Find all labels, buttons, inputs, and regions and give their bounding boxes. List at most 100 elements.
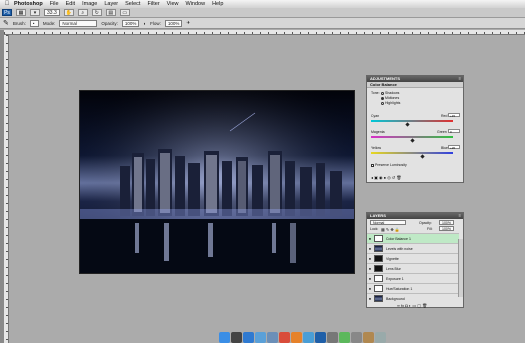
vertical-ruler[interactable] (4, 35, 9, 343)
visibility-eye-icon[interactable]: ● (367, 246, 373, 251)
checkbox-icon[interactable]: ✓ (371, 163, 375, 167)
visibility-eye-icon[interactable]: ● (367, 236, 373, 241)
link-layers-icon[interactable]: ∞ (397, 303, 400, 308)
layer-row[interactable]: ● Exposure 1 (367, 273, 459, 283)
yellow-blue-slider[interactable] (371, 152, 453, 154)
visibility-eye-icon[interactable]: ● (367, 296, 373, 301)
flow-field[interactable]: 100% (164, 19, 183, 27)
magenta-green-slider-knob[interactable] (409, 138, 415, 143)
expand-view-icon[interactable]: ▣ (374, 175, 378, 180)
view-extras-button[interactable]: ▾ (30, 9, 40, 16)
menu-window[interactable]: Window (186, 1, 206, 7)
launch-bridge-button[interactable]: ▦ (16, 9, 26, 16)
lock-paint-icon[interactable]: ✎ (386, 227, 389, 232)
layer-row[interactable]: ● Vignette (367, 253, 459, 263)
ichat-icon[interactable] (338, 332, 350, 343)
preserve-luminosity-checkbox[interactable]: ✓Preserve Luminosity (371, 163, 407, 167)
documents-stack-icon[interactable] (362, 332, 374, 343)
brush-preset-picker[interactable]: • (29, 19, 39, 27)
tone-midtones-option[interactable]: Midtones (381, 96, 399, 100)
ps-logo-button[interactable]: Ps (2, 9, 12, 16)
panel-menu-icon[interactable]: ≡ (459, 76, 461, 82)
layer-row[interactable]: ● Color Balance 1 (367, 233, 459, 243)
document-canvas[interactable] (79, 90, 355, 274)
radio-icon[interactable] (381, 101, 384, 105)
blend-mode-select[interactable]: Normal (370, 220, 406, 225)
layer-row[interactable]: ● Lens Blur (367, 263, 459, 273)
menu-edit[interactable]: Edit (66, 1, 75, 7)
reset-icon[interactable]: ↺ (392, 175, 395, 180)
delete-adjustment-icon[interactable]: 🗑 (396, 175, 401, 180)
lock-transparent-icon[interactable]: ▦ (381, 227, 385, 232)
fill-field[interactable]: 100% (439, 226, 454, 231)
tone-shadows-option[interactable]: Shadows (381, 91, 399, 95)
hand-tool-icon[interactable]: ✋ (63, 9, 74, 16)
magenta-green-value-field[interactable]: 0 (448, 129, 460, 134)
menu-select[interactable]: Select (125, 1, 140, 7)
lock-controls[interactable]: ▦ ✎ ✥ 🔒 (381, 227, 400, 232)
menu-app-name[interactable]: Photoshop (14, 1, 43, 7)
delete-layer-icon[interactable]: 🗑 (422, 303, 427, 308)
rotate-view-icon[interactable]: ↻ (91, 9, 102, 16)
trash-icon[interactable] (374, 332, 386, 343)
menu-help[interactable]: Help (212, 1, 223, 7)
menu-view[interactable]: View (167, 1, 179, 7)
menu-layer[interactable]: Layer (104, 1, 118, 7)
layer-row[interactable]: ● Hue/Saturation 1 (367, 283, 459, 293)
view-previous-state-icon[interactable]: ◎ (387, 175, 391, 180)
cyan-red-value-field[interactable]: +15 (448, 113, 460, 118)
layers-panel-header[interactable]: LAYERS ≡ (367, 213, 463, 219)
visibility-eye-icon[interactable]: ● (367, 276, 373, 281)
apple-icon[interactable]:  (0, 1, 14, 7)
yellow-blue-slider-knob[interactable] (420, 154, 425, 159)
layer-row[interactable]: ● Levels with noise (367, 243, 459, 253)
cyan-red-slider[interactable] (371, 120, 453, 122)
finder-icon[interactable] (218, 332, 230, 343)
visibility-eye-icon[interactable]: ● (367, 266, 373, 271)
cyan-red-slider-knob[interactable] (405, 122, 411, 127)
layer-mask-icon[interactable]: ◘ (405, 303, 407, 308)
clip-to-layer-icon[interactable]: ◉ (379, 175, 383, 180)
mode-select[interactable]: Normal (59, 19, 98, 27)
safari-icon[interactable] (242, 332, 254, 343)
layer-style-icon[interactable]: fx (401, 303, 404, 308)
itunes-icon[interactable] (254, 332, 266, 343)
menu-filter[interactable]: Filter (147, 1, 159, 7)
firefox-icon[interactable] (290, 332, 302, 343)
layer-row[interactable]: ● Background (367, 293, 459, 303)
mail-icon[interactable] (266, 332, 278, 343)
radio-selected-icon[interactable] (381, 96, 384, 100)
zoom-tool-icon[interactable]: ⌕ (77, 9, 88, 16)
new-layer-icon[interactable]: ▢ (417, 303, 421, 308)
dashboard-icon[interactable] (230, 332, 242, 343)
photoshop-icon[interactable] (314, 332, 326, 343)
menu-image[interactable]: Image (82, 1, 97, 7)
visibility-eye-icon[interactable]: ● (367, 256, 373, 261)
pressure-opacity-icon[interactable]: ◐ (143, 21, 146, 26)
yellow-blue-value-field[interactable]: +26 (448, 145, 460, 150)
visibility-eye-icon[interactable]: ● (384, 175, 386, 180)
new-adjustment-layer-icon[interactable]: ◐ (409, 303, 411, 308)
arrange-documents-icon[interactable]: ▤ (105, 9, 116, 16)
menu-file[interactable]: File (50, 1, 59, 7)
brush-tool-icon[interactable]: ✎ (3, 19, 9, 27)
back-arrow-icon[interactable]: ◂ (371, 175, 373, 180)
tone-highlights-option[interactable]: Highlights (381, 101, 400, 105)
screen-mode-icon[interactable]: ▭ (119, 9, 130, 16)
panel-menu-icon[interactable]: ≡ (459, 213, 461, 219)
layer-opacity-field[interactable]: 100% (439, 220, 454, 225)
system-preferences-icon[interactable] (350, 332, 362, 343)
calculator-icon[interactable] (326, 332, 338, 343)
opacity-field[interactable]: 100% (121, 19, 140, 27)
horizontal-ruler[interactable] (4, 30, 525, 35)
zoom-level-field[interactable]: 33.3 (44, 9, 60, 16)
layers-scrollbar[interactable] (458, 239, 463, 297)
visibility-eye-icon[interactable]: ● (367, 286, 373, 291)
new-group-icon[interactable]: ▭ (412, 303, 416, 308)
lock-all-icon[interactable]: 🔒 (395, 227, 400, 232)
airbrush-icon[interactable]: ✈ (186, 20, 190, 26)
preview-icon[interactable] (302, 332, 314, 343)
lock-move-icon[interactable]: ✥ (390, 227, 393, 232)
radio-icon[interactable] (381, 91, 384, 95)
ical-icon[interactable] (278, 332, 290, 343)
